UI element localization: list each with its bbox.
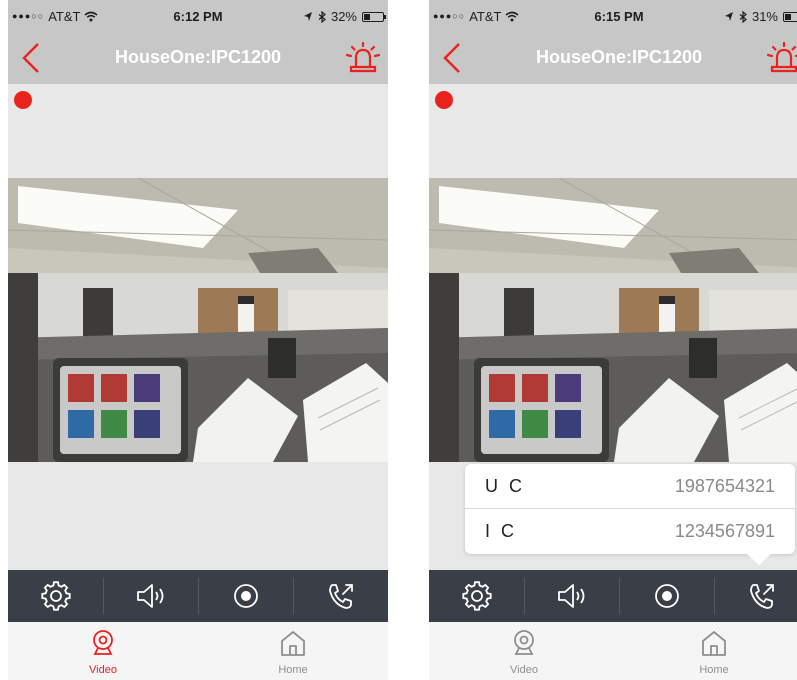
battery-icon (362, 11, 386, 22)
tab-home[interactable]: Home (619, 622, 797, 680)
settings-icon (40, 581, 71, 611)
contact-option[interactable]: U C 1987654321 (465, 464, 795, 509)
status-bar: ●●●○○ AT&T 6:15 PM 31% (429, 0, 797, 32)
record-button[interactable] (619, 570, 714, 622)
webcam-icon (514, 630, 534, 655)
bluetooth-icon (318, 10, 326, 23)
call-contact-menu: U C 1987654321 I C 1234567891 (465, 464, 795, 554)
contact-number: 1234567891 (674, 521, 775, 541)
video-view: U C 1987654321 I C 1234567891 (429, 84, 797, 570)
call-button[interactable] (714, 570, 797, 622)
bluetooth-icon (739, 10, 747, 23)
location-arrow-icon (303, 12, 312, 21)
status-bar: ●●●○○ AT&T 6:12 PM 32% (8, 0, 388, 32)
camera-video-feed[interactable] (8, 178, 388, 462)
settings-button[interactable] (429, 570, 524, 622)
phone-screen-left: ●●●○○ AT&T 6:12 PM 32% HouseOne:IPC1200 (8, 0, 388, 680)
battery-percent: 31% (751, 9, 778, 24)
video-control-bar (429, 570, 797, 622)
speaker-button[interactable] (103, 570, 198, 622)
chevron-left-icon (443, 43, 460, 73)
siren-icon (345, 41, 381, 73)
speaker-icon (136, 584, 163, 608)
settings-button[interactable] (8, 570, 103, 622)
navigation-bar: HouseOne:IPC1200 (429, 32, 797, 84)
back-button[interactable] (435, 40, 469, 76)
speaker-button[interactable] (524, 570, 619, 622)
webcam-icon (93, 630, 113, 655)
tab-bar: Video Home (429, 622, 797, 680)
record-button[interactable] (198, 570, 293, 622)
home-icon (702, 631, 726, 656)
siren-icon (766, 41, 797, 73)
speaker-icon (557, 584, 584, 608)
record-icon (654, 584, 679, 608)
home-icon (281, 631, 305, 656)
settings-icon (461, 581, 492, 611)
recording-indicator (14, 91, 32, 109)
contact-name: I C (485, 521, 518, 541)
tab-home-label: Home (699, 664, 729, 676)
call-button[interactable] (293, 570, 388, 622)
alarm-button[interactable] (765, 38, 797, 78)
battery-icon (783, 11, 797, 22)
popover-pointer (747, 554, 771, 565)
phone-screen-right: ●●●○○ AT&T 6:15 PM 31% HouseOne:IPC1200 (429, 0, 797, 680)
navigation-bar: HouseOne:IPC1200 (8, 32, 388, 84)
phone-call-icon (749, 584, 774, 609)
tab-home[interactable]: Home (198, 622, 388, 680)
tab-video[interactable]: Video (8, 622, 198, 680)
video-view (8, 84, 388, 570)
chevron-left-icon (22, 43, 39, 73)
recording-indicator (435, 91, 453, 109)
tab-bar: Video Home (8, 622, 388, 680)
tab-home-label: Home (278, 664, 308, 676)
page-title: HouseOne:IPC1200 (114, 47, 282, 67)
phone-call-icon (328, 584, 353, 609)
contact-number: 1987654321 (674, 475, 775, 496)
location-arrow-icon (724, 12, 733, 21)
contact-option[interactable]: I C 1234567891 (465, 509, 795, 554)
contact-name: U C (485, 475, 525, 496)
tab-video[interactable]: Video (429, 622, 619, 680)
tab-video-label: Video (89, 664, 117, 676)
camera-image (429, 178, 797, 462)
page-title: HouseOne:IPC1200 (535, 47, 703, 67)
record-icon (233, 584, 258, 608)
tab-video-label: Video (510, 664, 538, 676)
camera-video-feed[interactable] (429, 178, 797, 462)
back-button[interactable] (14, 40, 48, 76)
video-control-bar (8, 570, 388, 622)
battery-percent: 32% (330, 9, 357, 24)
alarm-button[interactable] (344, 38, 382, 78)
camera-image (8, 178, 388, 462)
